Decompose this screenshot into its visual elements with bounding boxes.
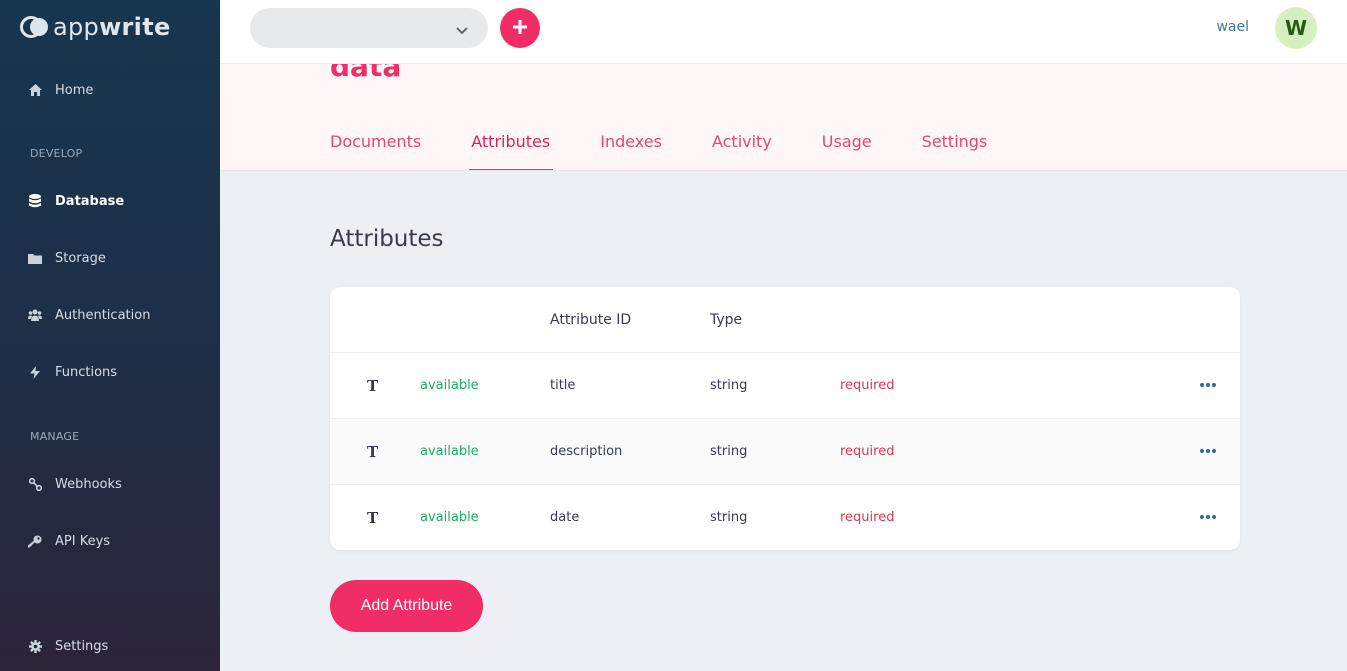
attribute-type: string — [710, 444, 748, 459]
required-label: required — [840, 444, 895, 459]
status-badge: available — [420, 510, 479, 525]
collection-title: data — [330, 64, 402, 83]
sidebar-item-database[interactable]: Database — [28, 189, 124, 213]
avatar[interactable]: W — [1275, 7, 1317, 49]
status-badge: available — [420, 378, 479, 393]
sidebar: appwrite Home DEVELOP Database Storage A… — [0, 0, 220, 671]
table-row: T available title string required — [330, 353, 1240, 419]
chevron-down-icon — [456, 21, 468, 35]
sidebar-item-label: Webhooks — [55, 476, 122, 492]
table-row: T available date string required — [330, 485, 1240, 550]
attribute-type: string — [710, 378, 748, 393]
add-attribute-button[interactable]: Add Attribute — [330, 580, 483, 632]
plus-icon — [512, 19, 528, 38]
collection-tabs: Documents Attributes Indexes Activity Us… — [330, 132, 1037, 170]
header-type: Type — [710, 312, 743, 328]
folder-icon — [28, 251, 42, 265]
section-develop: DEVELOP — [30, 147, 83, 160]
sidebar-item-functions[interactable]: Functions — [28, 360, 117, 384]
attribute-id: description — [550, 444, 623, 459]
sidebar-item-label: Settings — [55, 638, 109, 654]
sidebar-item-authentication[interactable]: Authentication — [28, 303, 150, 327]
sidebar-item-label: Storage — [55, 250, 106, 266]
more-options-icon[interactable] — [1200, 515, 1216, 521]
sidebar-item-label: Authentication — [55, 307, 151, 323]
header-attribute-id: Attribute ID — [550, 312, 632, 328]
tab-documents[interactable]: Documents — [330, 132, 421, 170]
gear-icon — [28, 639, 42, 653]
home-icon — [28, 83, 42, 97]
sidebar-item-webhooks[interactable]: Webhooks — [28, 472, 122, 496]
database-icon — [28, 194, 42, 208]
users-icon — [28, 308, 42, 322]
tab-settings[interactable]: Settings — [922, 132, 988, 170]
sidebar-item-home[interactable]: Home — [28, 78, 93, 102]
more-options-icon[interactable] — [1200, 383, 1216, 389]
user-name[interactable]: wael — [1216, 19, 1249, 35]
key-icon — [28, 534, 42, 548]
tab-activity[interactable]: Activity — [712, 132, 772, 170]
tab-usage[interactable]: Usage — [822, 132, 872, 170]
collection-header: data Documents Attributes Indexes Activi… — [220, 64, 1347, 171]
sidebar-item-label: Functions — [55, 364, 118, 380]
status-badge: available — [420, 444, 479, 459]
sidebar-item-api-keys[interactable]: API Keys — [28, 529, 110, 553]
attribute-type: string — [710, 510, 748, 525]
sidebar-item-settings[interactable]: Settings — [28, 634, 108, 658]
required-label: required — [840, 378, 895, 393]
text-type-icon: T — [367, 443, 379, 461]
more-options-icon[interactable] — [1200, 449, 1216, 455]
sidebar-item-label: Database — [55, 193, 125, 209]
tab-indexes[interactable]: Indexes — [600, 132, 662, 170]
add-project-button[interactable] — [500, 8, 540, 48]
attribute-id: date — [550, 510, 580, 525]
attribute-id: title — [550, 378, 576, 393]
section-title: Attributes — [330, 226, 444, 252]
link-icon — [28, 477, 42, 491]
text-type-icon: T — [367, 509, 379, 527]
appwrite-logo-icon — [20, 16, 50, 38]
table-header: Attribute ID Type — [330, 287, 1240, 353]
tab-attributes[interactable]: Attributes — [469, 132, 554, 170]
table-row: T available description string required — [330, 419, 1240, 485]
lightning-icon — [28, 365, 42, 379]
top-bar: wael W — [220, 0, 1347, 64]
sidebar-item-storage[interactable]: Storage — [28, 246, 106, 270]
required-label: required — [840, 510, 895, 525]
sidebar-item-label: Home — [55, 82, 94, 98]
text-type-icon: T — [367, 377, 379, 395]
project-select[interactable] — [250, 8, 488, 48]
section-manage: MANAGE — [30, 430, 80, 443]
attributes-table: Attribute ID Type T available title stri… — [330, 287, 1240, 550]
appwrite-logo[interactable]: appwrite — [20, 12, 171, 42]
sidebar-item-label: API Keys — [55, 533, 111, 549]
